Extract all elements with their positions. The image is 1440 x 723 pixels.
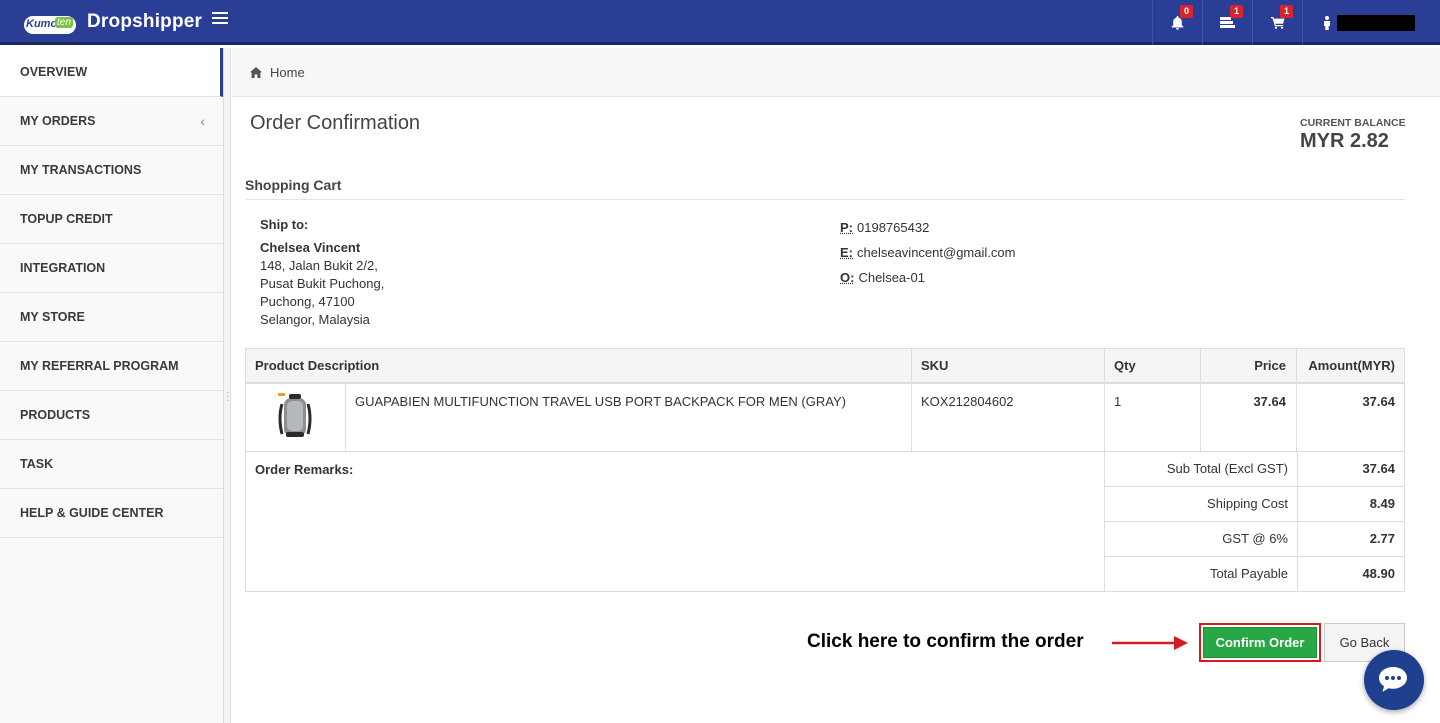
sidebar-item-label: MY REFERRAL PROGRAM (20, 359, 179, 373)
product-price: 37.64 (1201, 384, 1297, 451)
summary-column-borders (1104, 452, 1298, 591)
user-name-redacted (1337, 14, 1415, 31)
live-chat-button[interactable] (1364, 650, 1424, 710)
sidebar-item-topup-credit[interactable]: TOPUP CREDIT (0, 195, 223, 244)
sidebar-item-my-referral-program[interactable]: MY REFERRAL PROGRAM (0, 342, 223, 391)
chevron-left-icon: ‹ (200, 113, 205, 129)
sidebar-item-label: HELP & GUIDE CENTER (20, 506, 164, 520)
breadcrumb-home-link[interactable]: Home (270, 65, 305, 80)
confirm-highlight-box: Confirm Order (1199, 623, 1321, 662)
cart-count-badge: 1 (1280, 5, 1293, 18)
phone-key: P: (840, 220, 853, 235)
column-header-sku: SKU (912, 349, 1105, 383)
email-line: E: chelseavincent@gmail.com (840, 245, 1015, 260)
home-icon (250, 66, 262, 78)
sidebar-item-label: TOPUP CREDIT (20, 212, 113, 226)
phone-line: P: 0198765432 (840, 220, 929, 235)
current-balance-label: CURRENT BALANCE (1300, 117, 1406, 129)
section-divider (245, 199, 1405, 200)
sidebar-item-help-guide-center[interactable]: HELP & GUIDE CENTER (0, 489, 223, 538)
sidebar-item-label: MY STORE (20, 310, 85, 324)
brand-name: Dropshipper (87, 11, 203, 32)
confirm-instruction-annotation: Click here to confirm the order (807, 631, 1084, 652)
address-line: Pusat Bukit Puchong, (260, 276, 385, 291)
sidebar-item-task[interactable]: TASK (0, 440, 223, 489)
column-header-qty: Qty (1105, 349, 1201, 383)
sidebar-item-my-store[interactable]: MY STORE (0, 293, 223, 342)
sidebar-item-products[interactable]: PRODUCTS (0, 391, 223, 440)
top-bar: Kumo ten Dropshipper 0 1 1 (0, 0, 1440, 45)
email-key: E: (840, 245, 853, 260)
notifications-count-badge: 0 (1180, 5, 1193, 18)
logo[interactable]: Kumo ten Dropshipper (22, 8, 202, 36)
table-header: Product Description SKU Qty Price Amount… (245, 348, 1405, 384)
sidebar-item-label: TASK (20, 457, 54, 471)
backpack-product-image[interactable] (276, 392, 314, 442)
recipient-name: Chelsea Vincent (260, 240, 361, 255)
column-header-amount: Amount(MYR) (1308, 358, 1395, 373)
notifications-button[interactable]: 0 (1152, 0, 1202, 45)
sidebar-item-my-transactions[interactable]: MY TRANSACTIONS (0, 146, 223, 195)
breadcrumb: Home (232, 48, 1440, 97)
order-remarks-label: Order Remarks: (255, 462, 354, 477)
user-icon (1324, 15, 1330, 30)
phone-value: 0198765432 (857, 220, 930, 235)
product-sku: KOX212804602 (912, 384, 1105, 451)
sidebar-item-label: OVERVIEW (20, 65, 88, 79)
order-ref-key: O: (840, 270, 855, 285)
order-summary: Order Remarks: Sub Total (Excl GST) 37.6… (245, 452, 1405, 592)
summary-value: 37.64 (1362, 461, 1395, 476)
column-header-price: Price (1201, 349, 1297, 383)
user-menu[interactable] (1302, 0, 1440, 45)
column-header-product-description: Product Description (246, 349, 912, 383)
summary-value: 48.90 (1362, 566, 1395, 581)
address-line: Selangor, Malaysia (260, 312, 370, 327)
summary-value: 8.49 (1369, 496, 1395, 511)
sidebar-item-label: MY TRANSACTIONS (20, 163, 142, 177)
product-image-cell (246, 384, 346, 451)
messages-icon (1220, 16, 1235, 28)
shopping-cart-heading: Shopping Cart (245, 177, 342, 193)
sidebar-item-label: INTEGRATION (20, 261, 106, 275)
sidebar-item-integration[interactable]: INTEGRATION (0, 244, 223, 293)
sidebar-item-label: MY ORDERS (20, 114, 96, 128)
confirm-order-button[interactable]: Confirm Order (1203, 627, 1317, 658)
address-line: Puchong, 47100 (260, 294, 355, 309)
page-title: Order Confirmation (250, 112, 421, 134)
messages-count-badge: 1 (1230, 5, 1243, 18)
sidebar-item-overview[interactable]: OVERVIEW (0, 48, 223, 97)
sidebar-item-my-orders[interactable]: MY ORDERS ‹ (0, 97, 223, 146)
arrow-right-icon (1112, 636, 1188, 650)
grip-icon: · · · (226, 387, 230, 406)
logo-text-ten: ten (55, 17, 73, 28)
order-ref-line: O: Chelsea-01 (840, 270, 925, 285)
summary-value: 2.77 (1369, 531, 1395, 546)
messages-button[interactable]: 1 (1202, 0, 1252, 45)
kumoten-logo: Kumo ten (22, 8, 78, 36)
order-ref-value: Chelsea-01 (858, 270, 925, 285)
cart-button[interactable]: 1 (1252, 0, 1302, 45)
ship-to-label: Ship to: (260, 217, 309, 232)
product-qty: 1 (1105, 384, 1201, 451)
table-row: GUAPABIEN MULTIFUNCTION TRAVEL USB PORT … (245, 384, 1405, 452)
address-line: 148, Jalan Bukit 2/2, (260, 258, 378, 273)
chat-icon (1379, 667, 1407, 692)
hamburger-menu-icon[interactable] (212, 12, 228, 28)
product-description: GUAPABIEN MULTIFUNCTION TRAVEL USB PORT … (346, 384, 912, 451)
product-amount: 37.64 (1362, 394, 1395, 409)
sidebar: OVERVIEW MY ORDERS ‹ MY TRANSACTIONS TOPU… (0, 48, 224, 723)
email-value: chelseavincent@gmail.com (857, 245, 1016, 260)
logo-text-kumo: Kumo (26, 18, 58, 30)
sidebar-item-label: PRODUCTS (20, 408, 91, 422)
sidebar-resize-handle[interactable] (224, 48, 231, 723)
header-nav: 0 1 1 (1152, 0, 1440, 45)
current-balance-value: MYR 2.82 (1300, 130, 1389, 152)
